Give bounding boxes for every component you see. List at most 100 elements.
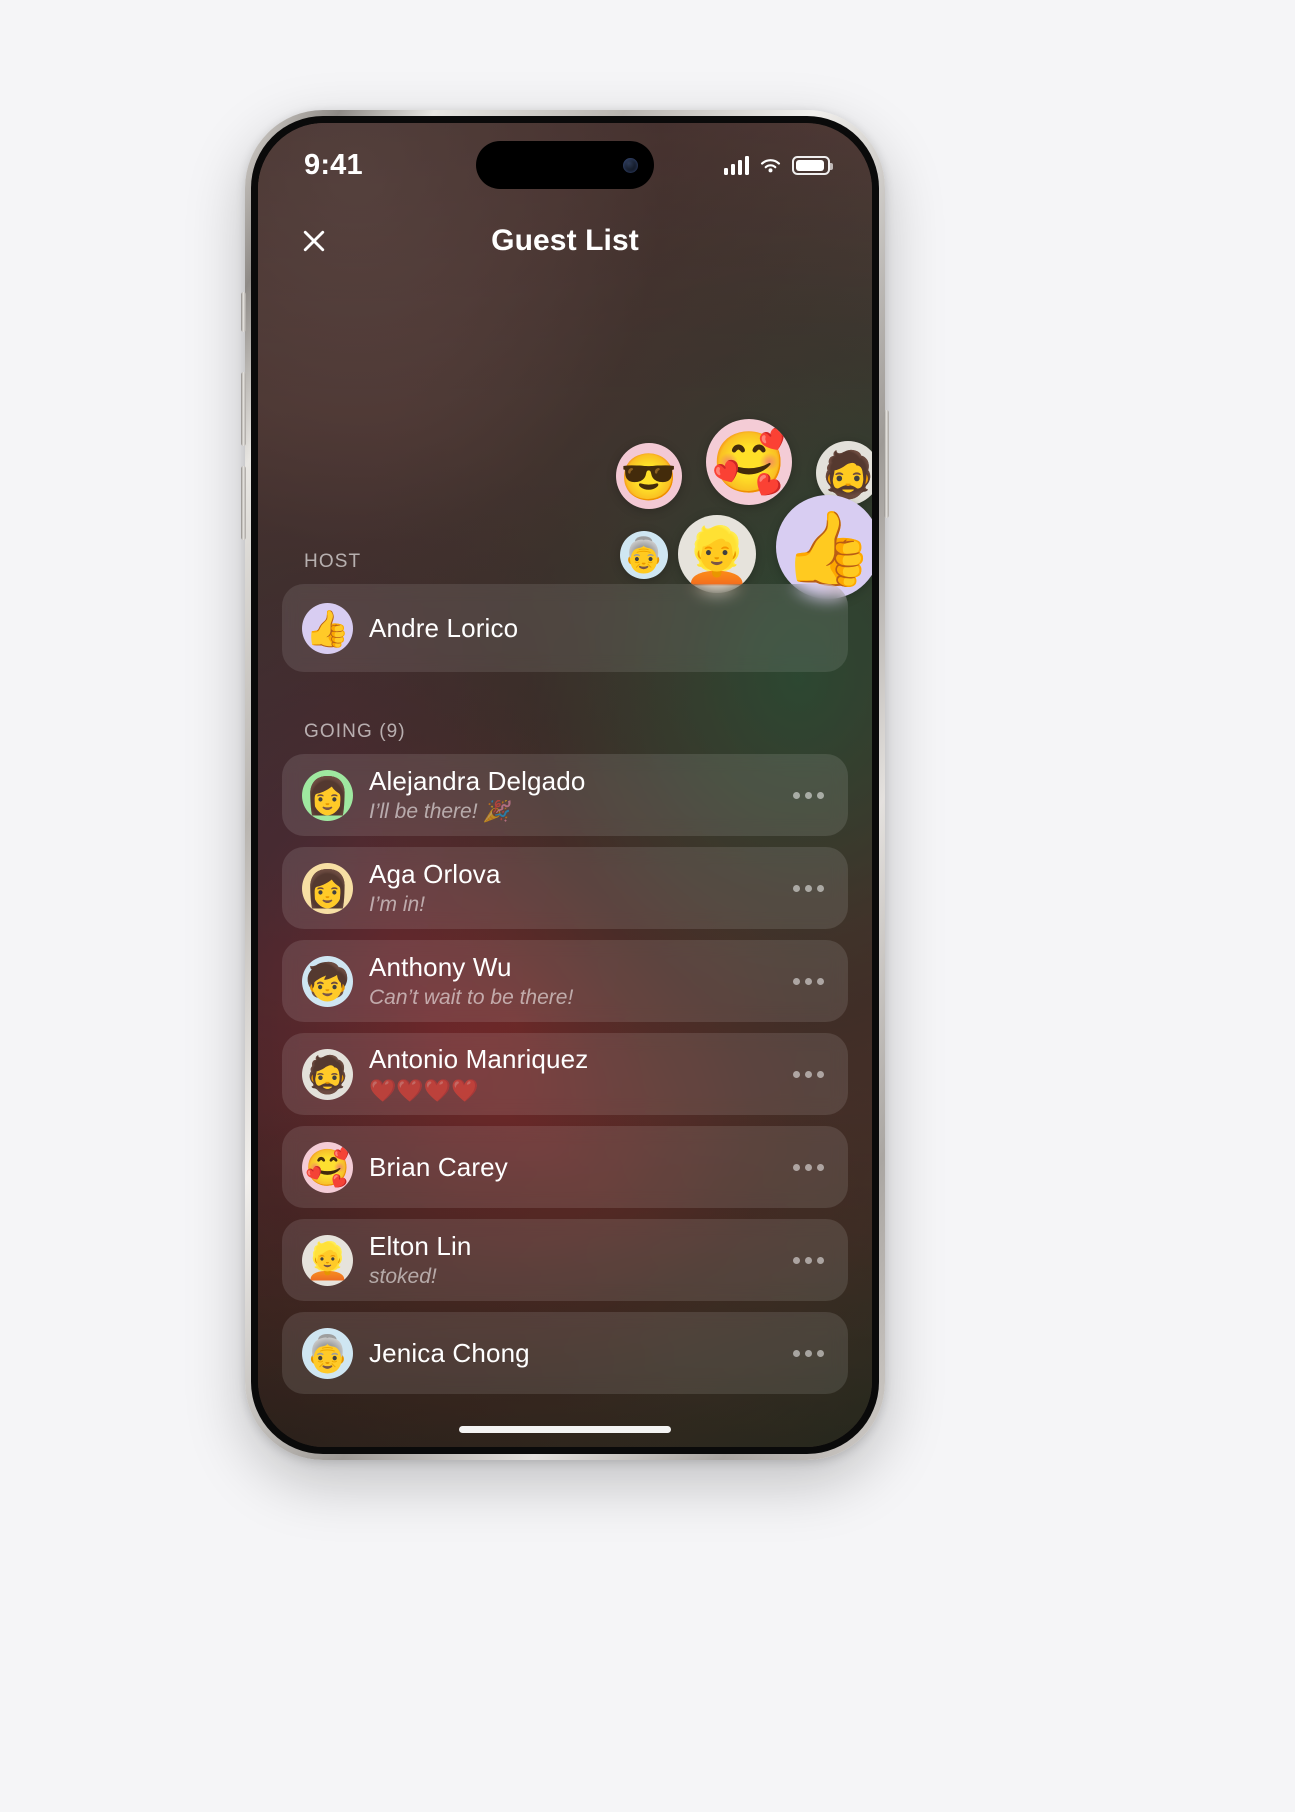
more-options-icon <box>817 977 824 985</box>
more-options-icon <box>805 977 812 985</box>
avatar-cloud-2[interactable]: 🥰 <box>706 419 792 505</box>
avatar: 👵 <box>302 1327 353 1379</box>
guest-list-scroll[interactable]: HOST 👍 Andre Lorico GOING (9) 👩 Alejandra … <box>258 551 872 1447</box>
more-options-icon <box>817 1256 824 1264</box>
more-options-button[interactable] <box>779 966 828 997</box>
guest-row[interactable]: 👱 Elton Lin stoked! <box>282 1219 848 1301</box>
guest-text: Antonio Manriquez ❤️❤️❤️❤️ <box>369 1044 779 1104</box>
more-options-icon <box>793 1256 800 1264</box>
guest-text: Jenica Chong <box>369 1338 779 1369</box>
more-options-button[interactable] <box>779 1338 828 1369</box>
avatar: 🧔 <box>302 1048 353 1100</box>
more-options-icon <box>805 1256 812 1264</box>
guest-name: Alejandra Delgado <box>369 766 586 796</box>
more-options-icon <box>793 884 800 892</box>
page-title: Guest List <box>491 224 639 257</box>
guest-row[interactable]: 🧒 Anthony Wu Can’t wait to be there! <box>282 940 848 1022</box>
memoji-glyph: 🥰 <box>711 429 787 497</box>
guest-rsvp-message: I’m in! <box>369 893 426 916</box>
memoji-glyph: 😎 <box>620 450 678 503</box>
guest-row[interactable]: 👩 Aga Orlova I’m in! <box>282 847 848 929</box>
close-button[interactable] <box>292 219 336 263</box>
more-options-icon <box>817 1070 824 1078</box>
cellular-signal-icon <box>723 155 749 175</box>
silent-switch[interactable] <box>241 292 246 332</box>
going-list: 👩 Alejandra Delgado I’ll be there! 🎉 👩 Aga O… <box>282 754 848 1394</box>
host-section-label: HOST <box>304 551 362 572</box>
more-options-icon <box>793 1349 800 1357</box>
more-options-button[interactable] <box>779 1152 828 1183</box>
memoji-glyph: 👱 <box>305 1240 350 1282</box>
guest-text: Aga Orlova I’m in! <box>369 859 779 917</box>
volume-up-button[interactable] <box>241 372 246 446</box>
iphone-device: 9:41 Guest List 😎 🥰 🧔 👵 👱 👍 HOST 👍 Andre… <box>241 110 889 1460</box>
more-options-button[interactable] <box>779 1245 828 1276</box>
guest-text: Elton Lin stoked! <box>369 1231 779 1289</box>
more-options-icon <box>817 884 824 892</box>
avatar: 👍 <box>302 602 353 654</box>
status-bar-time: 9:41 <box>304 148 363 181</box>
close-icon <box>303 230 325 252</box>
memoji-glyph: 👵 <box>305 1333 350 1375</box>
going-section-label: GOING (9) <box>304 721 406 742</box>
guest-name: Elton Lin <box>369 1231 472 1261</box>
guest-row[interactable]: 👵 Jenica Chong <box>282 1312 848 1394</box>
avatar: 🧒 <box>302 955 353 1007</box>
power-button[interactable] <box>884 410 889 518</box>
guest-text: Brian Carey <box>369 1152 779 1183</box>
memoji-glyph: 🥰 <box>305 1147 350 1189</box>
more-options-icon <box>793 1070 800 1078</box>
guest-row[interactable]: 👩 Alejandra Delgado I’ll be there! 🎉 <box>282 754 848 836</box>
more-options-icon <box>817 1163 824 1171</box>
memoji-glyph: 👩 <box>305 775 350 817</box>
battery-icon <box>792 155 833 175</box>
guest-name: Anthony Wu <box>369 952 512 982</box>
more-options-icon <box>793 977 800 985</box>
guest-name: Antonio Manriquez <box>369 1044 589 1074</box>
memoji-glyph: 🧒 <box>305 961 350 1003</box>
more-options-icon <box>805 884 812 892</box>
wifi-icon <box>760 158 781 172</box>
avatar: 👱 <box>302 1234 353 1286</box>
memoji-glyph: 👍 <box>305 608 350 650</box>
avatar-cloud-1[interactable]: 😎 <box>616 443 682 509</box>
more-options-button[interactable] <box>779 780 828 811</box>
guest-text: Anthony Wu Can’t wait to be there! <box>369 952 779 1010</box>
front-camera-icon <box>623 157 638 173</box>
more-options-icon <box>817 791 824 799</box>
more-options-icon <box>817 1349 824 1357</box>
more-options-button[interactable] <box>779 873 828 904</box>
more-options-icon <box>793 791 800 799</box>
guest-name: Jenica Chong <box>369 1337 530 1368</box>
avatar-cloud: 😎🥰🧔🧒👩👵👱👍👩👵 <box>258 319 872 599</box>
guest-rsvp-message: ❤️❤️❤️❤️ <box>369 1078 479 1103</box>
host-row[interactable]: 👍 Andre Lorico <box>282 584 848 672</box>
navigation-bar: Guest List <box>258 211 872 271</box>
more-options-icon <box>805 1349 812 1357</box>
dynamic-island <box>476 141 654 189</box>
avatar: 👩 <box>302 862 353 914</box>
home-indicator[interactable] <box>459 1426 671 1433</box>
avatar: 🥰 <box>302 1141 353 1193</box>
more-options-icon <box>793 1163 800 1171</box>
device-screen: 9:41 Guest List 😎 🥰 🧔 👵 👱 👍 HOST 👍 Andre… <box>258 123 872 1447</box>
guest-row[interactable]: 🥰 Brian Carey <box>282 1126 848 1208</box>
more-options-icon <box>805 1163 812 1171</box>
memoji-glyph: 🧔 <box>305 1054 350 1096</box>
guest-name: Brian Carey <box>369 1151 508 1182</box>
guest-text: Alejandra Delgado I’ll be there! 🎉 <box>369 766 779 824</box>
guest-rsvp-message: stoked! <box>369 1265 437 1288</box>
memoji-glyph: 🧔 <box>819 448 872 500</box>
guest-name: Andre Lorico <box>369 612 519 643</box>
more-options-icon <box>805 1070 812 1078</box>
guest-text: Andre Lorico <box>369 613 828 644</box>
avatar: 👩 <box>302 769 353 821</box>
guest-rsvp-message: I’ll be there! 🎉 <box>369 800 510 823</box>
host-list: 👍 Andre Lorico <box>282 584 848 672</box>
guest-rsvp-message: Can’t wait to be there! <box>369 986 574 1009</box>
guest-name: Aga Orlova <box>369 859 501 889</box>
memoji-glyph: 👩 <box>305 868 350 910</box>
guest-row[interactable]: 🧔 Antonio Manriquez ❤️❤️❤️❤️ <box>282 1033 848 1115</box>
volume-down-button[interactable] <box>241 466 246 540</box>
more-options-button[interactable] <box>779 1059 828 1090</box>
